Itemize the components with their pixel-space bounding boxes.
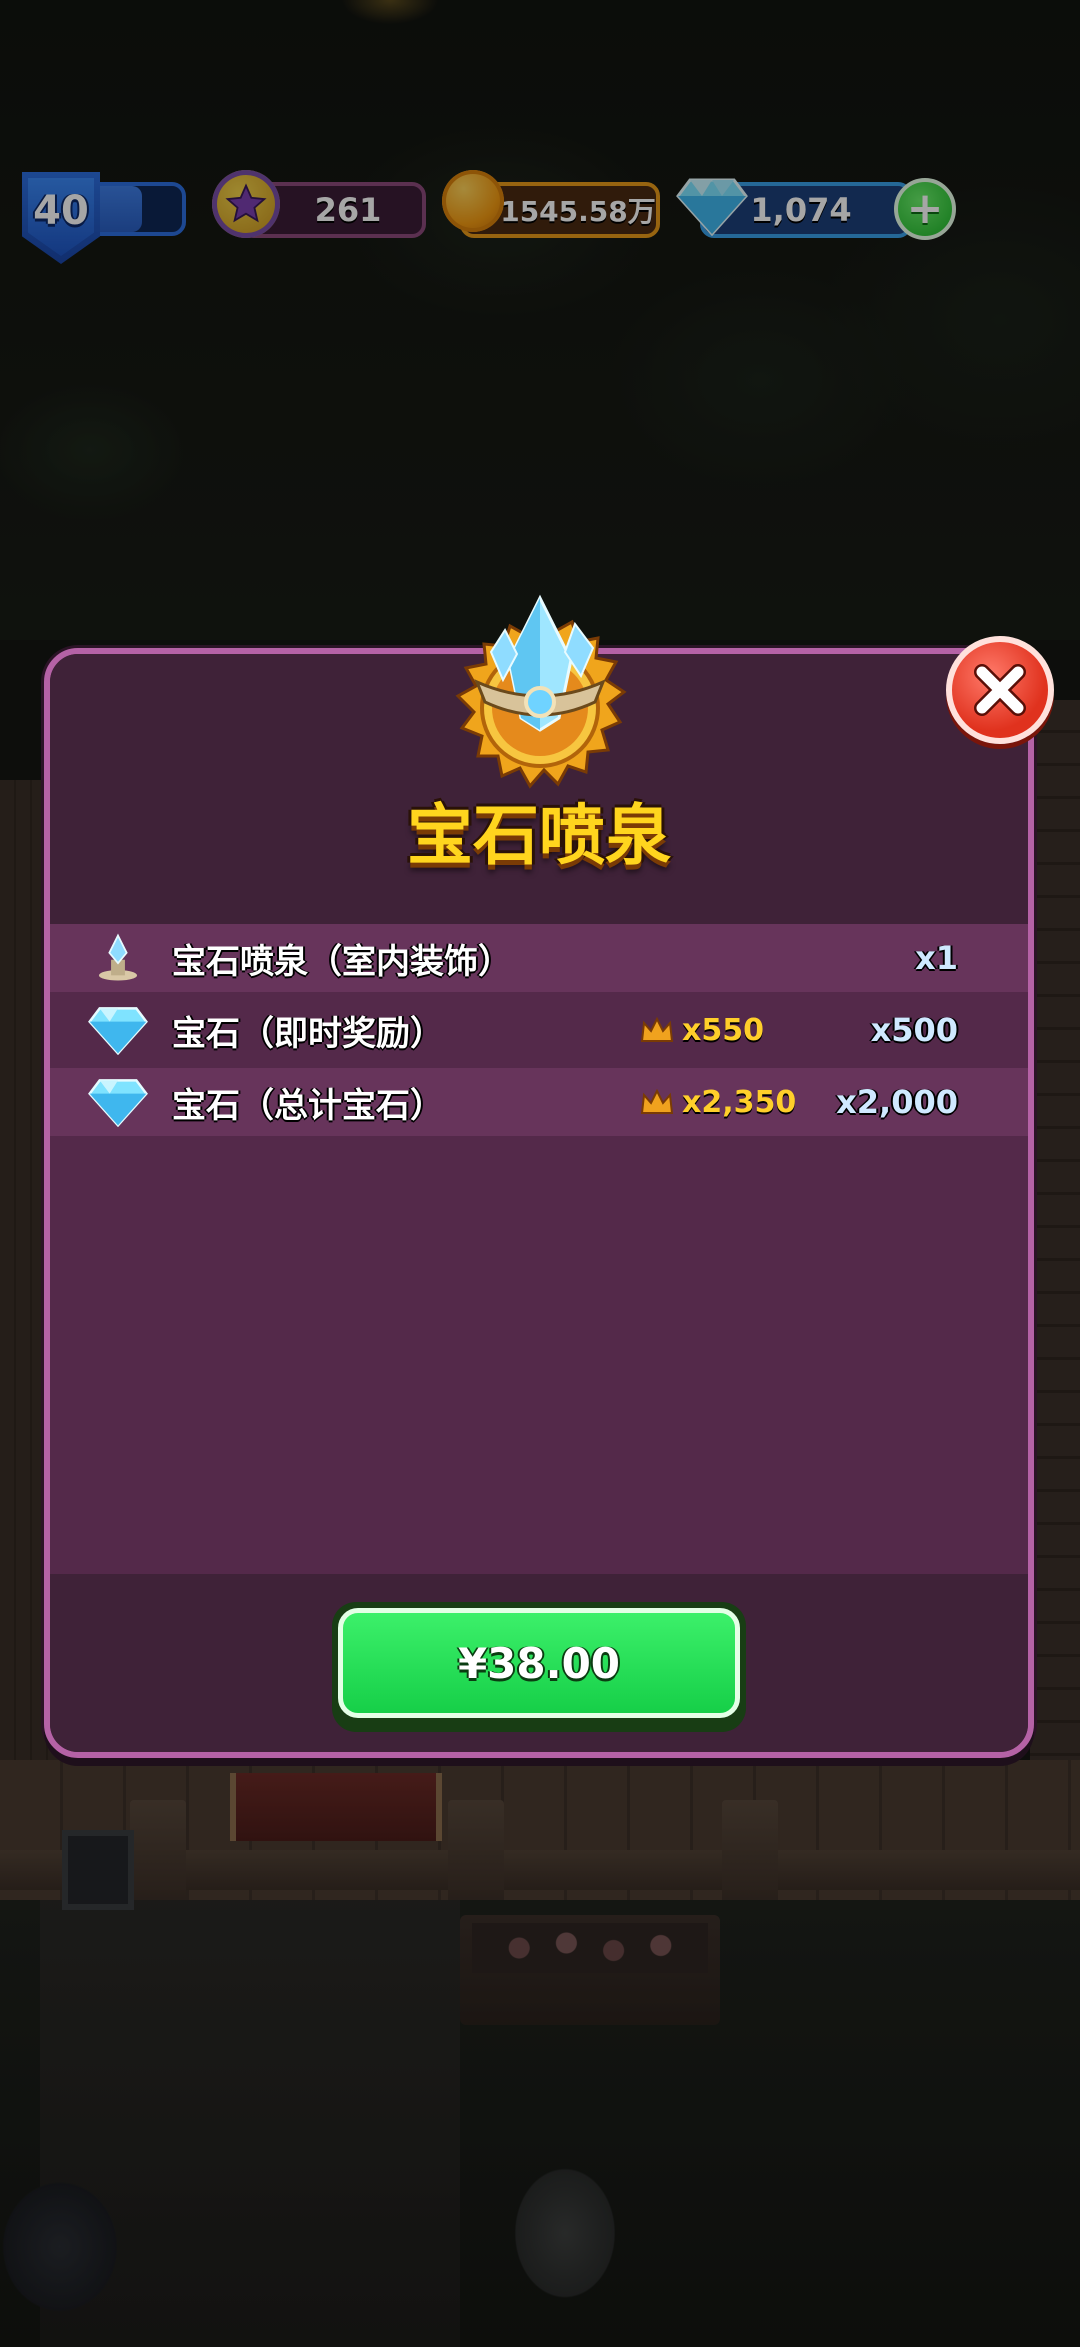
reward-row: 宝石（总计宝石） x2,350 x2,000 bbox=[50, 1068, 1028, 1136]
crown-icon bbox=[640, 1017, 674, 1042]
close-icon bbox=[974, 664, 1026, 716]
reward-quantity: x1 bbox=[915, 939, 958, 977]
crystal-fountain-icon bbox=[455, 594, 627, 789]
purchase-dialog: 宝石喷泉 宝石喷泉（室内装饰） x1 宝石（即时奖励） x550 x500 宝石… bbox=[44, 648, 1034, 1758]
vip-bonus: x550 bbox=[640, 1013, 764, 1048]
reward-name: 宝石（总计宝石） bbox=[172, 1085, 444, 1126]
fountain-icon bbox=[88, 930, 148, 986]
reward-name: 宝石喷泉（室内装饰） bbox=[172, 941, 512, 982]
reward-row: 宝石喷泉（室内装饰） x1 bbox=[50, 924, 1028, 992]
vip-bonus-amount: x550 bbox=[682, 1012, 764, 1048]
vip-bonus: x2,350 bbox=[640, 1085, 796, 1120]
reward-quantity: x2,000 bbox=[836, 1083, 958, 1121]
diamond-icon bbox=[88, 1074, 148, 1130]
reward-list: 宝石喷泉（室内装饰） x1 宝石（即时奖励） x550 x500 宝石（总计宝石… bbox=[50, 924, 1028, 1574]
diamond-icon bbox=[88, 1002, 148, 1058]
vip-bonus-amount: x2,350 bbox=[682, 1084, 797, 1120]
crown-icon bbox=[640, 1089, 674, 1114]
close-button[interactable] bbox=[946, 636, 1054, 744]
price-label: ¥38.00 bbox=[338, 1608, 740, 1718]
reward-name: 宝石（即时奖励） bbox=[172, 1013, 444, 1054]
dialog-title: 宝石喷泉 bbox=[407, 797, 671, 874]
buy-button[interactable]: ¥38.00 bbox=[332, 1602, 746, 1732]
reward-quantity: x500 bbox=[870, 1011, 958, 1049]
reward-row: 宝石（即时奖励） x550 x500 bbox=[50, 996, 1028, 1064]
